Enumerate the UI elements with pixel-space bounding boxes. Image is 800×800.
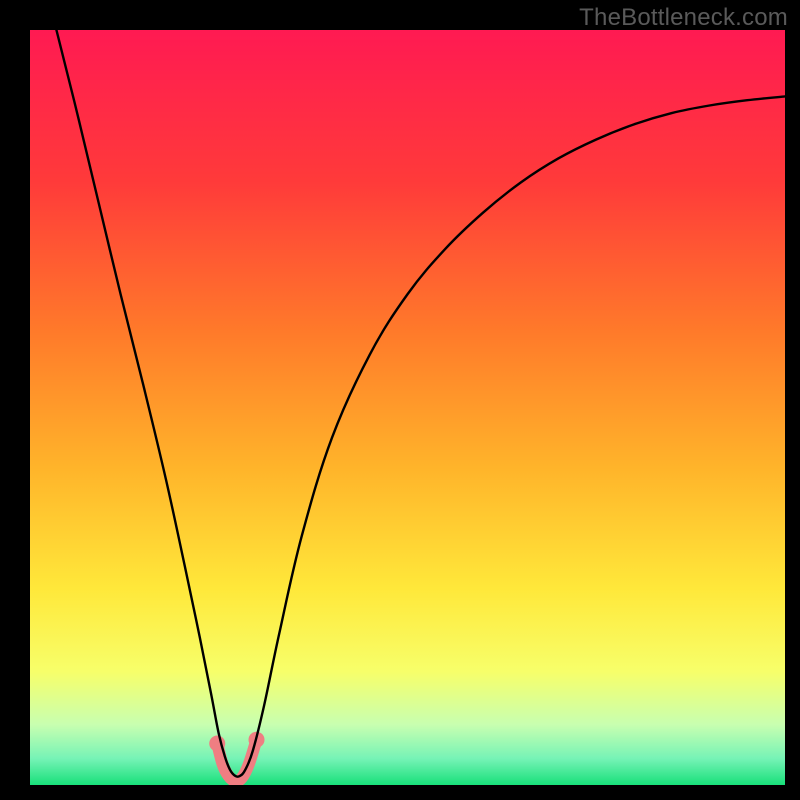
chart-frame xyxy=(30,30,785,785)
chart-background xyxy=(30,30,785,785)
watermark-text: TheBottleneck.com xyxy=(579,4,788,32)
bottleneck-chart xyxy=(30,30,785,785)
